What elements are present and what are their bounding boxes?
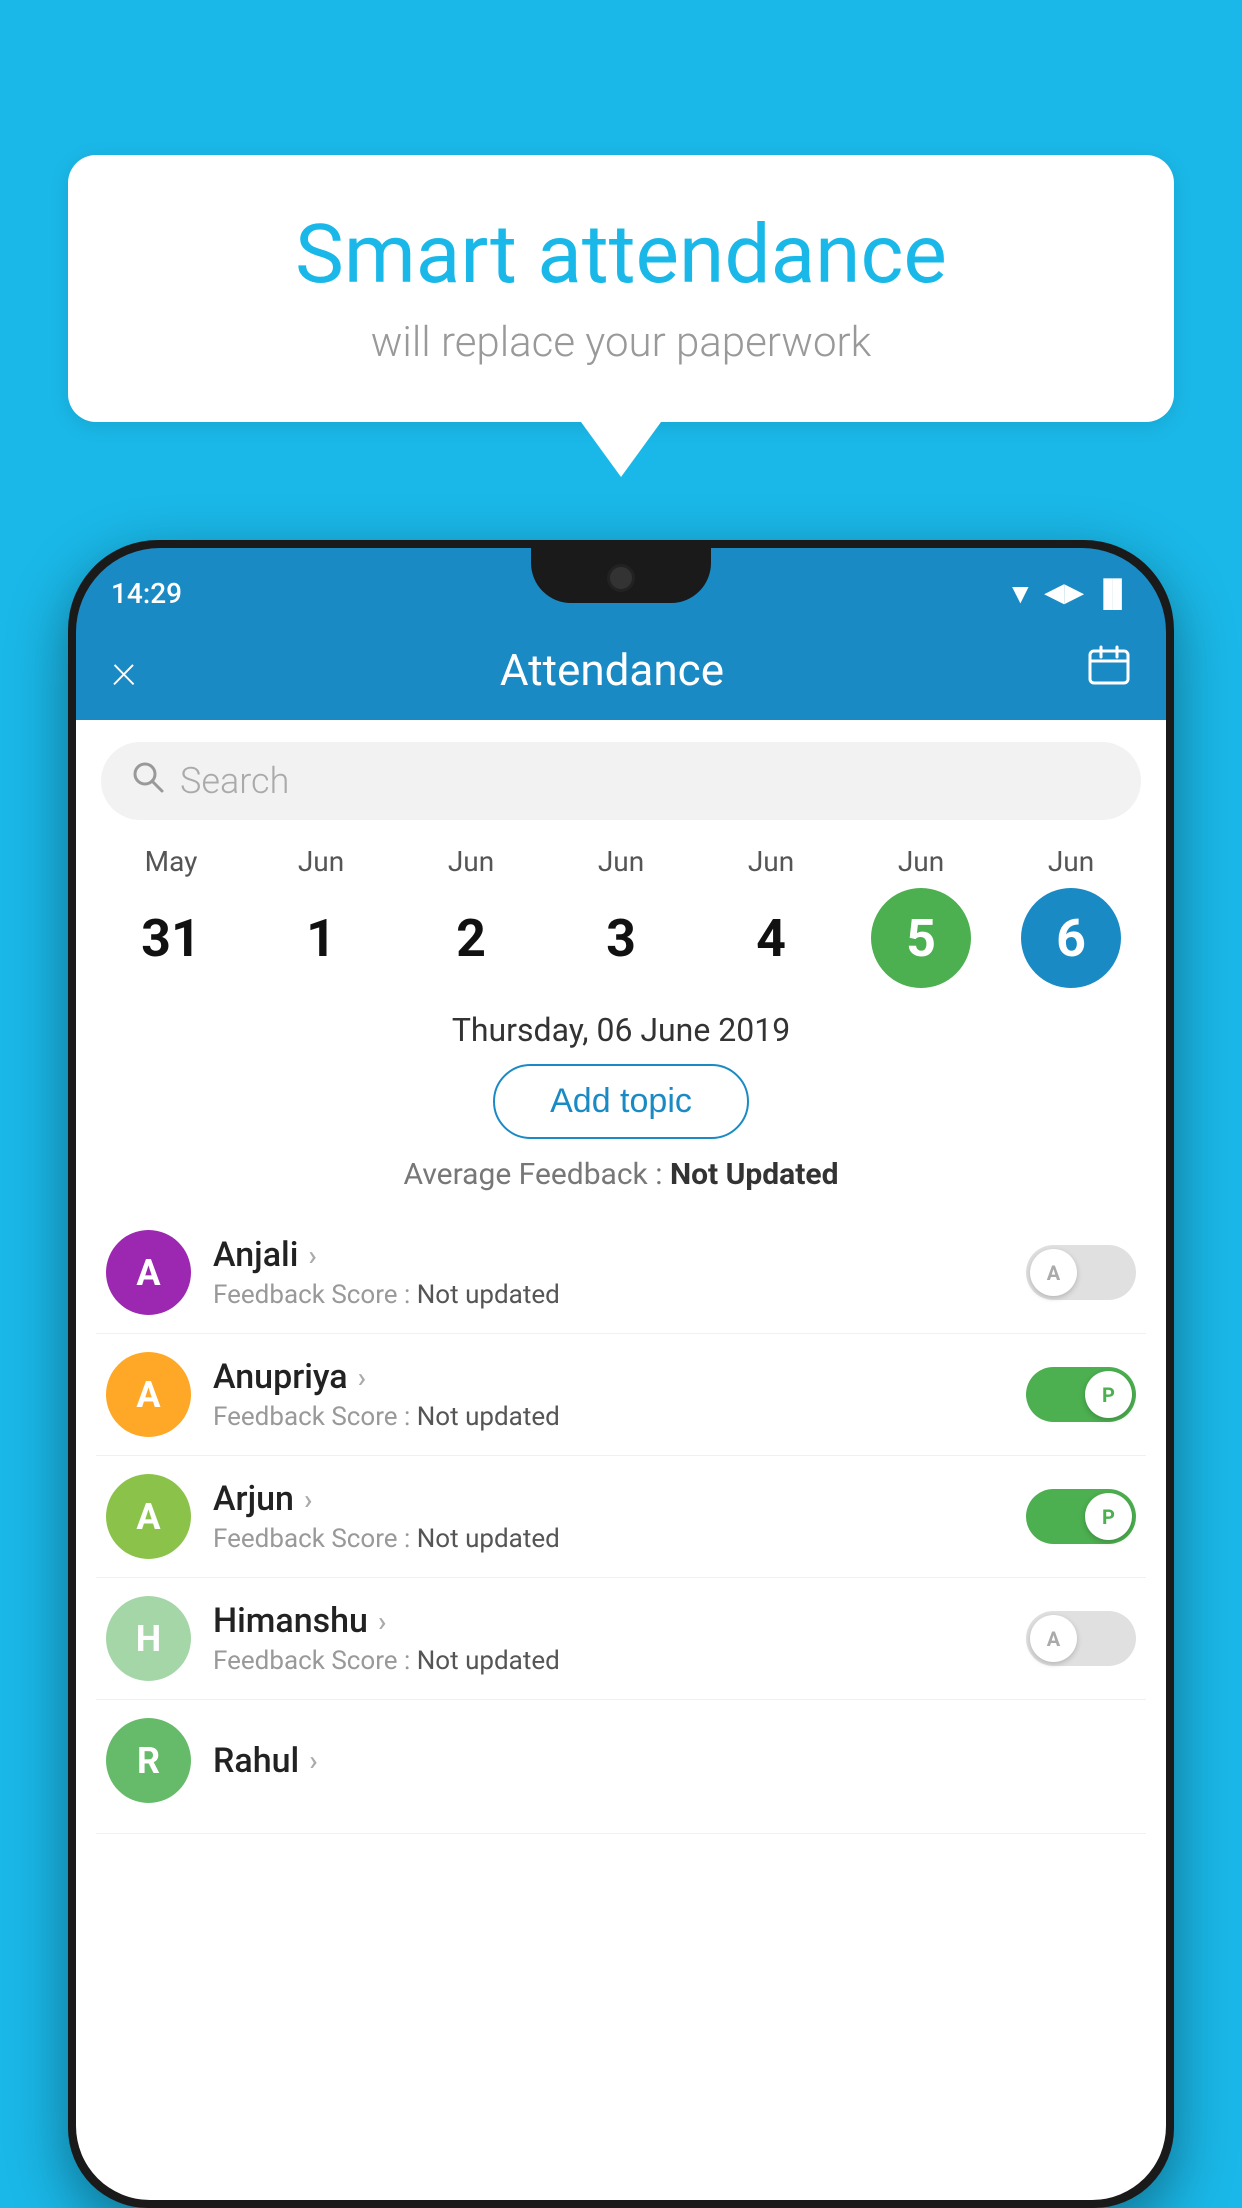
bubble-tail — [581, 422, 661, 477]
attendance-toggle[interactable]: P — [1026, 1367, 1136, 1422]
add-topic-button[interactable]: Add topic — [493, 1064, 749, 1139]
search-icon — [131, 760, 165, 803]
phone-inner: 14:29 ▼ ◀▶ ▐▌ × Attendance — [76, 548, 1166, 2200]
bubble-subtitle: will replace your paperwork — [128, 318, 1114, 367]
feedback-score: Feedback Score : Not updated — [213, 1646, 1004, 1676]
speech-bubble-container: Smart attendance will replace your paper… — [68, 155, 1174, 477]
avg-feedback: Average Feedback : Not Updated — [76, 1157, 1166, 1192]
avatar: A — [106, 1474, 191, 1559]
student-row: H Himanshu › Feedback Score : Not update… — [96, 1578, 1146, 1700]
wifi-icon: ▼ — [1006, 577, 1034, 610]
date-strip: May 31 Jun 1 Jun 2 Jun 3 — [76, 835, 1166, 993]
close-button[interactable]: × — [111, 645, 137, 695]
chevron-right-icon: › — [304, 1483, 312, 1516]
student-row: A Anjali › Feedback Score : Not updated — [96, 1212, 1146, 1334]
feedback-score: Feedback Score : Not updated — [213, 1524, 1004, 1554]
feedback-score: Feedback Score : Not updated — [213, 1402, 1004, 1432]
date-jun2[interactable]: Jun 2 — [406, 845, 536, 988]
date-jun6[interactable]: Jun 6 — [1006, 845, 1136, 988]
bubble-title: Smart attendance — [128, 210, 1114, 300]
speech-bubble: Smart attendance will replace your paper… — [68, 155, 1174, 422]
student-info: Anjali › Feedback Score : Not updated — [213, 1235, 1004, 1310]
date-jun1[interactable]: Jun 1 — [256, 845, 386, 988]
chevron-right-icon: › — [308, 1239, 316, 1272]
camera — [607, 564, 635, 592]
avatar: R — [106, 1718, 191, 1803]
attendance-toggle[interactable]: A — [1026, 1611, 1136, 1666]
chevron-right-icon: › — [309, 1744, 317, 1777]
search-input[interactable]: Search — [180, 760, 289, 802]
background: Smart attendance will replace your paper… — [0, 0, 1242, 2208]
selected-date: Thursday, 06 June 2019 — [76, 1011, 1166, 1049]
student-info: Anupriya › Feedback Score : Not updated — [213, 1357, 1004, 1432]
student-info: Himanshu › Feedback Score : Not updated — [213, 1601, 1004, 1676]
signal-icon: ◀▶ — [1044, 578, 1084, 608]
student-name[interactable]: Rahul › — [213, 1741, 1136, 1781]
calendar-button[interactable] — [1087, 643, 1131, 697]
avatar: A — [106, 1352, 191, 1437]
status-time: 14:29 — [111, 567, 182, 610]
avg-feedback-label: Average Feedback : — [404, 1157, 663, 1192]
student-row: A Arjun › Feedback Score : Not updated — [96, 1456, 1146, 1578]
battery-icon: ▐▌ — [1094, 578, 1131, 609]
date-jun5[interactable]: Jun 5 — [856, 845, 986, 988]
date-jun3[interactable]: Jun 3 — [556, 845, 686, 988]
avatar: H — [106, 1596, 191, 1681]
screen-content: Search May 31 Jun 1 Jun 2 — [76, 720, 1166, 2200]
feedback-score: Feedback Score : Not updated — [213, 1280, 1004, 1310]
student-info: Rahul › — [213, 1741, 1136, 1781]
status-icons: ▼ ◀▶ ▐▌ — [1006, 567, 1131, 610]
avatar: A — [106, 1230, 191, 1315]
attendance-toggle[interactable]: P — [1026, 1489, 1136, 1544]
attendance-toggle[interactable]: A — [1026, 1245, 1136, 1300]
search-bar[interactable]: Search — [101, 742, 1141, 820]
phone-frame: 14:29 ▼ ◀▶ ▐▌ × Attendance — [68, 540, 1174, 2208]
date-may31[interactable]: May 31 — [106, 845, 236, 988]
student-row: A Anupriya › Feedback Score : Not update… — [96, 1334, 1146, 1456]
phone-notch — [531, 548, 711, 603]
chevron-right-icon: › — [378, 1605, 386, 1638]
avg-feedback-value: Not Updated — [670, 1157, 839, 1192]
student-list: A Anjali › Feedback Score : Not updated — [76, 1212, 1166, 1834]
chevron-right-icon: › — [358, 1361, 366, 1394]
student-row: R Rahul › — [96, 1700, 1146, 1834]
app-title: Attendance — [500, 644, 724, 696]
student-name[interactable]: Anupriya › — [213, 1357, 1004, 1397]
student-name[interactable]: Arjun › — [213, 1479, 1004, 1519]
student-info: Arjun › Feedback Score : Not updated — [213, 1479, 1004, 1554]
student-name[interactable]: Anjali › — [213, 1235, 1004, 1275]
date-jun4[interactable]: Jun 4 — [706, 845, 836, 988]
student-name[interactable]: Himanshu › — [213, 1601, 1004, 1641]
app-bar: × Attendance — [76, 620, 1166, 720]
